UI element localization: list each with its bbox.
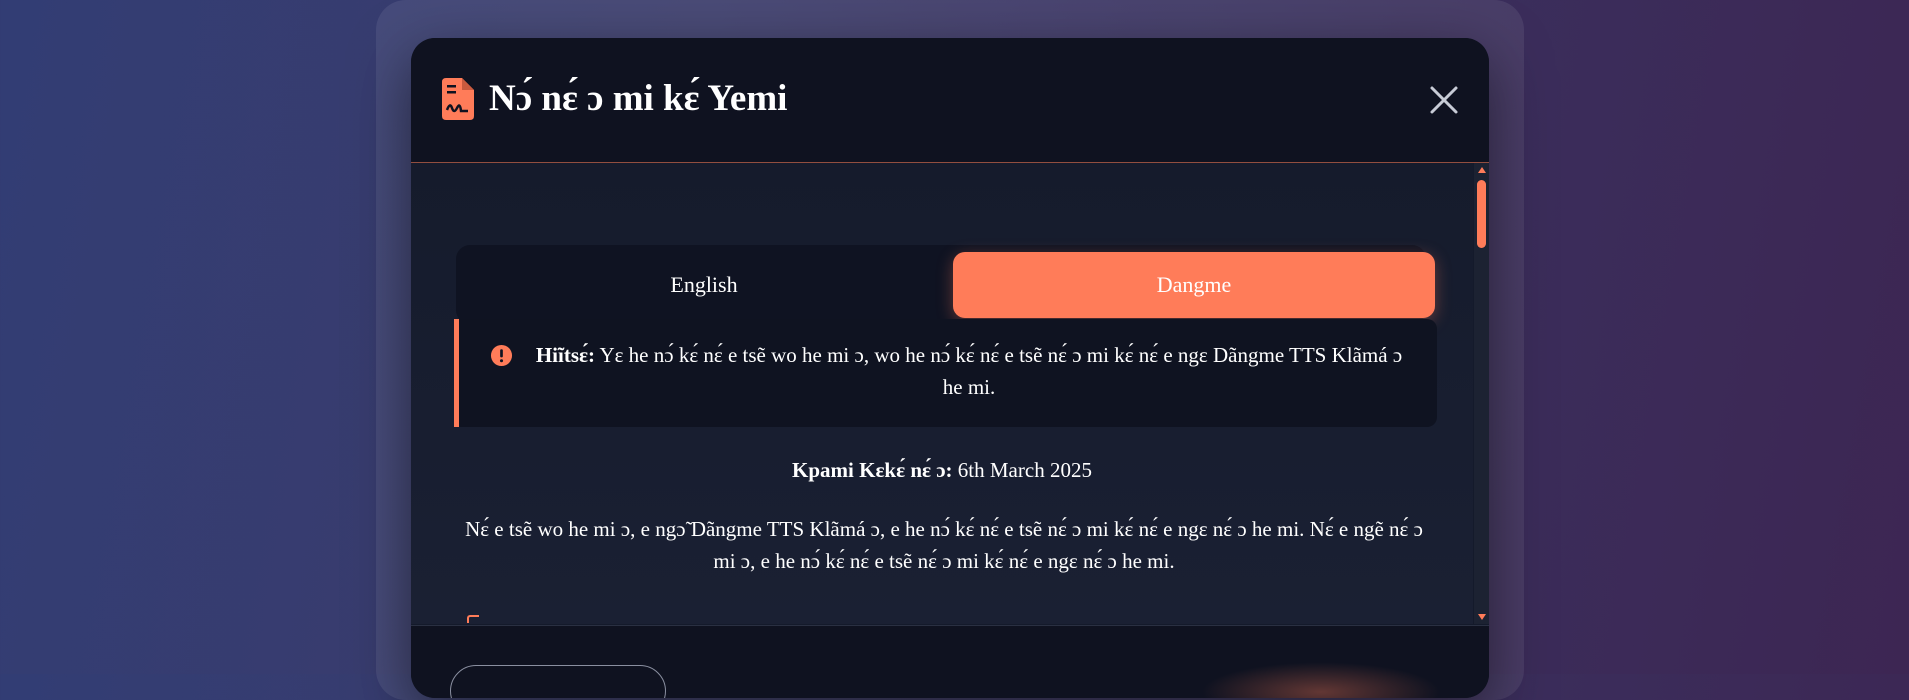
effective-date: Kpami Kɛkɛ́ nɛ́ ɔ: 6th March 2025 xyxy=(411,458,1473,483)
language-tabs: English Dangme xyxy=(456,245,1435,324)
close-icon[interactable] xyxy=(1425,81,1463,119)
scroll-down-arrow-icon[interactable] xyxy=(1478,614,1486,620)
scroll-up-arrow-icon[interactable] xyxy=(1478,167,1486,173)
footer-primary-button-glow xyxy=(1201,662,1441,698)
notice-box: Hiĩtsɛ́: Yɛ he nɔ́ kɛ́ nɛ́ e tsẽ wo he m… xyxy=(454,319,1437,427)
footer-secondary-button[interactable] xyxy=(450,665,666,698)
tab-english[interactable]: English xyxy=(463,252,945,318)
exclamation-circle-icon xyxy=(490,344,513,367)
intro-paragraph: Nɛ́ e tsẽ wo he mi ɔ, e ngɔ̃ Dãngme TTS … xyxy=(465,517,1423,573)
modal-title: Nɔ́ nɛ́ ɔ mi kɛ́ Yemi xyxy=(489,78,788,119)
modal-footer xyxy=(411,625,1489,698)
document-signature-icon xyxy=(442,78,474,120)
modal-header: Nɔ́ nɛ́ ɔ mi kɛ́ Yemi xyxy=(411,38,1489,163)
notice-message: Yɛ he nɔ́ kɛ́ nɛ́ e tsẽ wo he mi ɔ, wo h… xyxy=(594,343,1403,399)
modal-body[interactable]: English Dangme Hiĩtsɛ́: Yɛ he nɔ́ kɛ́ nɛ… xyxy=(411,163,1473,624)
notice-label: Hiĩtsɛ́: xyxy=(535,343,595,367)
terms-modal: Nɔ́ nɛ́ ɔ mi kɛ́ Yemi English Dangme Hiĩ… xyxy=(411,38,1489,698)
date-value: 6th March 2025 xyxy=(952,458,1092,482)
notice-text: Hiĩtsɛ́: Yɛ he nɔ́ kɛ́ nɛ́ e tsẽ wo he m… xyxy=(529,339,1409,403)
tab-dangme[interactable]: Dangme xyxy=(953,252,1435,318)
section-heading-icon xyxy=(467,615,479,623)
scroll-thumb[interactable] xyxy=(1477,180,1486,248)
date-label: Kpami Kɛkɛ́ nɛ́ ɔ: xyxy=(792,458,953,482)
scrollbar[interactable] xyxy=(1474,163,1489,624)
